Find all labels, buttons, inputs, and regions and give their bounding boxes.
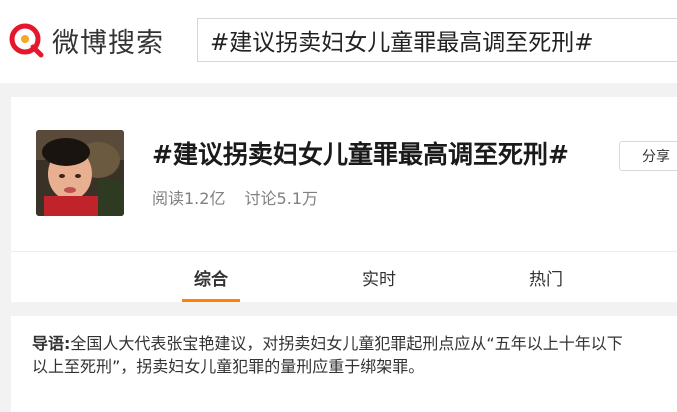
intro-section: 导语:全国人大代表张宝艳建议，对拐卖妇女儿童犯罪起刑点应从“五年以上十年以下 以… [11,316,677,412]
topic-card: #建议拐卖妇女儿童罪最高调至死刑# 阅读1.2亿 讨论5.1万 分享 综合 实时… [11,97,677,302]
intro-line-2: 以上至死刑”，拐卖妇女儿童犯罪的量刑应重于绑架罪。 [32,357,425,376]
discussion-count: 讨论5.1万 [244,189,318,208]
topic-cover-image [36,130,124,216]
magnifier-logo-icon [9,23,44,58]
cover-photo-icon [36,130,124,216]
share-label: 分享 [642,149,670,165]
tab-label: 实时 [362,269,396,290]
topic-title[interactable]: #建议拐卖妇女儿童罪最高调至死刑# [152,135,569,171]
tab-label: 综合 [194,269,228,290]
weibo-search-logo[interactable]: 微博搜索 [6,20,164,60]
topic-stats: 阅读1.2亿 讨论5.1万 [152,185,318,209]
read-count: 阅读1.2亿 [152,189,226,208]
share-button[interactable]: 分享 [619,141,677,171]
tab-bar: 综合 实时 热门 [11,252,677,302]
intro-body-1: 全国人大代表张宝艳建议，对拐卖妇女儿童犯罪起刑点应从“五年以上十年以下 [70,334,623,353]
tab-comprehensive[interactable]: 综合 [151,252,271,302]
intro-label: 导语: [32,334,71,353]
tab-label: 热门 [529,269,563,290]
intro-line-1: 导语:全国人大代表张宝艳建议，对拐卖妇女儿童犯罪起刑点应从“五年以上十年以下 [32,332,677,355]
intro-text: 导语:全国人大代表张宝艳建议，对拐卖妇女儿童犯罪起刑点应从“五年以上十年以下 以… [32,332,677,378]
logo-text: 微博搜索 [52,27,164,59]
search-input[interactable] [198,27,677,53]
tab-hot[interactable]: 热门 [486,252,606,302]
top-bar: 微博搜索 [0,0,677,83]
tab-realtime[interactable]: 实时 [319,252,439,302]
active-tab-indicator [182,299,240,302]
search-box[interactable] [197,18,677,62]
